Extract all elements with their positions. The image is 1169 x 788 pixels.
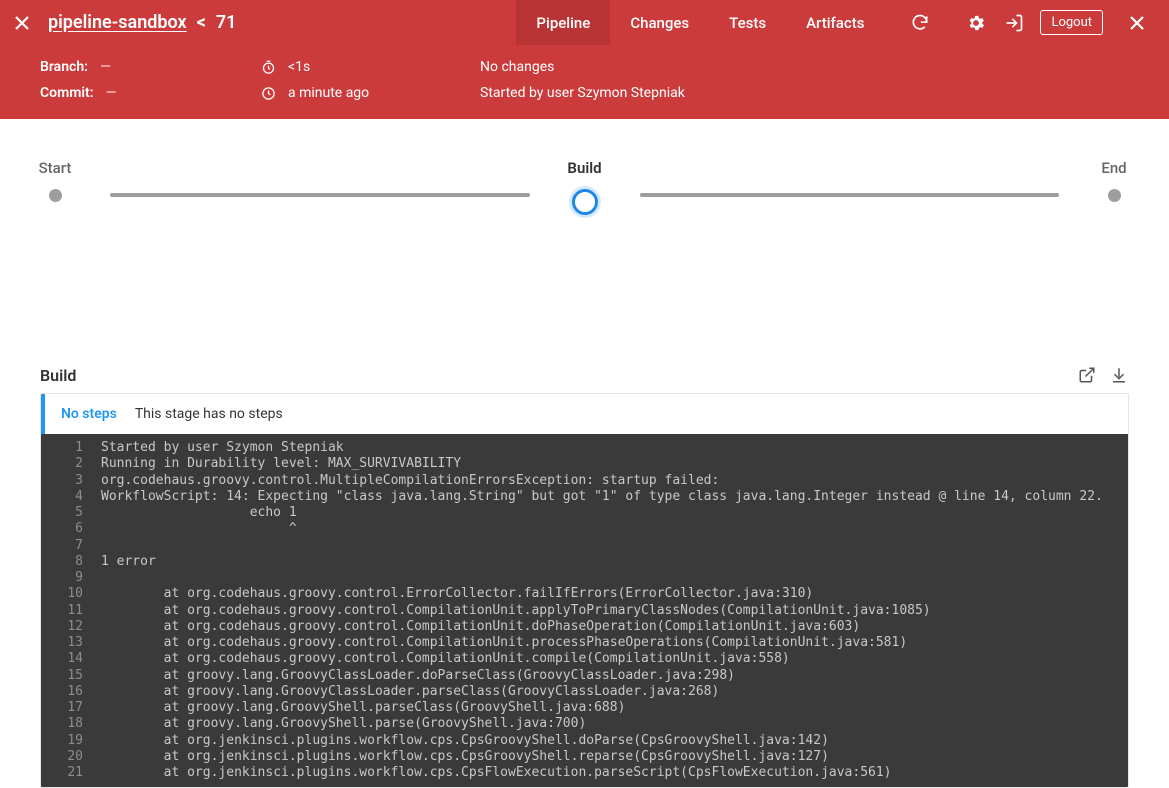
info-bar: Branch: — Commit: — <1s a minute ago [0, 45, 1169, 119]
commit-label: Commit: [40, 85, 94, 101]
open-external-icon[interactable] [1077, 365, 1097, 385]
commit-value: — [106, 85, 117, 101]
console-line: 3org.codehaus.groovy.control.MultipleCom… [41, 473, 1128, 489]
stage-start-node[interactable] [49, 189, 62, 202]
stopwatch-icon [260, 59, 276, 75]
close-panel-icon[interactable] [1125, 11, 1149, 35]
console-line: 4WorkflowScript: 14: Expecting "class ja… [41, 489, 1128, 505]
no-steps-title: No steps [61, 406, 117, 422]
connector [110, 193, 530, 197]
when-value: a minute ago [288, 85, 369, 101]
no-steps-msg: This stage has no steps [135, 406, 283, 422]
console-line: 18 at groovy.lang.GroovyShell.parse(Groo… [41, 716, 1128, 732]
download-icon[interactable] [1109, 365, 1129, 385]
tab-artifacts[interactable]: Artifacts [786, 0, 884, 45]
stage-end-label: End [1101, 159, 1126, 177]
branch-label: Branch: [40, 59, 88, 75]
console-line: 5 echo 1 [41, 505, 1128, 521]
header-bar: pipeline-sandbox < 71 Pipeline Changes T… [0, 0, 1169, 119]
console-line: 15 at groovy.lang.GroovyClassLoader.doPa… [41, 668, 1128, 684]
section-title: Build [40, 366, 76, 385]
stage-build-node[interactable] [572, 189, 598, 215]
console-line: 10 at org.codehaus.groovy.control.ErrorC… [41, 586, 1128, 602]
rerun-icon[interactable] [908, 11, 932, 35]
console-line: 12 at org.codehaus.groovy.control.Compil… [41, 619, 1128, 635]
duration-value: <1s [288, 59, 310, 75]
build-section: Build No steps This stage has no steps 1… [0, 365, 1169, 788]
steps-bar: No steps This stage has no steps [41, 394, 1128, 434]
console-line: 1Started by user Szymon Stepniak [41, 440, 1128, 456]
console-line: 81 error [41, 554, 1128, 570]
console-line: 2Running in Durability level: MAX_SURVIV… [41, 456, 1128, 472]
console-line: 6 ^ [41, 521, 1128, 537]
pipeline-name-link[interactable]: pipeline-sandbox [48, 12, 187, 33]
console-line: 13 at org.codehaus.groovy.control.Compil… [41, 635, 1128, 651]
logout-button[interactable]: Logout [1040, 10, 1103, 35]
console-line: 7 [41, 538, 1128, 554]
tab-tests[interactable]: Tests [709, 0, 786, 45]
run-title: pipeline-sandbox < 71 [48, 12, 236, 33]
branch-value: — [100, 59, 111, 75]
tab-changes[interactable]: Changes [610, 0, 709, 45]
run-number: 71 [216, 12, 237, 33]
log-panel: No steps This stage has no steps 1Starte… [40, 393, 1129, 788]
gear-icon[interactable] [964, 11, 988, 35]
topbar: pipeline-sandbox < 71 Pipeline Changes T… [0, 0, 1169, 45]
console-line: 16 at groovy.lang.GroovyClassLoader.pars… [41, 684, 1128, 700]
title-separator: < [197, 12, 206, 33]
stage-end-node[interactable] [1108, 189, 1121, 202]
started-by-value: Started by user Szymon Stepniak [480, 85, 685, 101]
close-icon[interactable] [12, 13, 32, 33]
right-actions: Logout [908, 10, 1149, 35]
console-line: 14 at org.codehaus.groovy.control.Compil… [41, 651, 1128, 667]
exit-icon[interactable] [1002, 11, 1026, 35]
tab-pipeline[interactable]: Pipeline [516, 0, 610, 45]
console-line: 11 at org.codehaus.groovy.control.Compil… [41, 603, 1128, 619]
console-line: 9 [41, 570, 1128, 586]
tabs: Pipeline Changes Tests Artifacts [516, 0, 884, 45]
changes-value: No changes [480, 59, 554, 75]
console-line: 17 at groovy.lang.GroovyShell.parseClass… [41, 700, 1128, 716]
stage-build-label: Build [567, 159, 601, 177]
stage-start-label: Start [39, 159, 72, 177]
stage-graph: Start Build End [0, 159, 1169, 215]
console-line: 19 at org.jenkinsci.plugins.workflow.cps… [41, 733, 1128, 749]
pipeline-body: Start Build End [0, 119, 1169, 245]
console-line: 20 at org.jenkinsci.plugins.workflow.cps… [41, 749, 1128, 765]
console-output[interactable]: 1Started by user Szymon Stepniak2Running… [41, 434, 1128, 787]
clock-icon [260, 85, 276, 101]
connector [640, 193, 1060, 197]
console-line: 21 at org.jenkinsci.plugins.workflow.cps… [41, 765, 1128, 781]
